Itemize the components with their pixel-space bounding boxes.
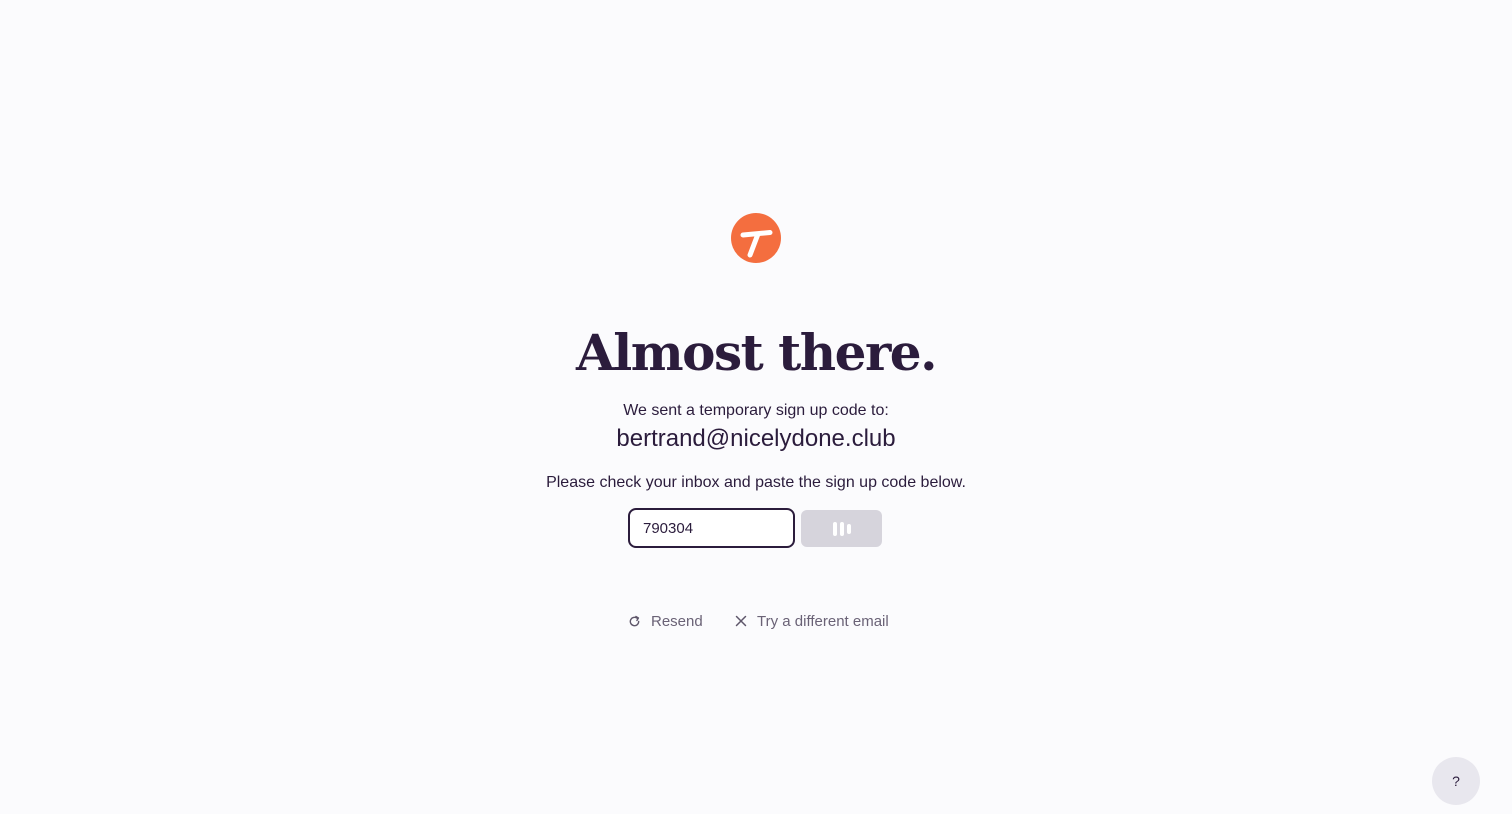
try-different-email-label: Try a different email [757,612,889,630]
loading-bars-icon [832,521,851,536]
signup-verification-page: Almost there. We sent a temporary sign u… [0,0,1512,814]
resend-link[interactable]: Resend [628,610,703,632]
try-different-email-link[interactable]: Try a different email [735,610,889,632]
help-button-label: ? [1452,773,1460,789]
submit-code-button[interactable] [801,510,882,547]
close-icon [735,615,747,627]
signup-code-input[interactable] [628,508,795,548]
help-button[interactable]: ? [1432,757,1480,805]
brand-logo [731,213,781,263]
sent-code-message: We sent a temporary sign up code to: [623,402,889,419]
paste-code-instructions: Please check your inbox and paste the si… [546,474,966,491]
page-title: Almost there. [575,323,938,382]
recipient-email: bertrand@nicelydone.club [616,425,896,452]
resend-label: Resend [651,612,703,630]
refresh-icon [629,615,640,626]
